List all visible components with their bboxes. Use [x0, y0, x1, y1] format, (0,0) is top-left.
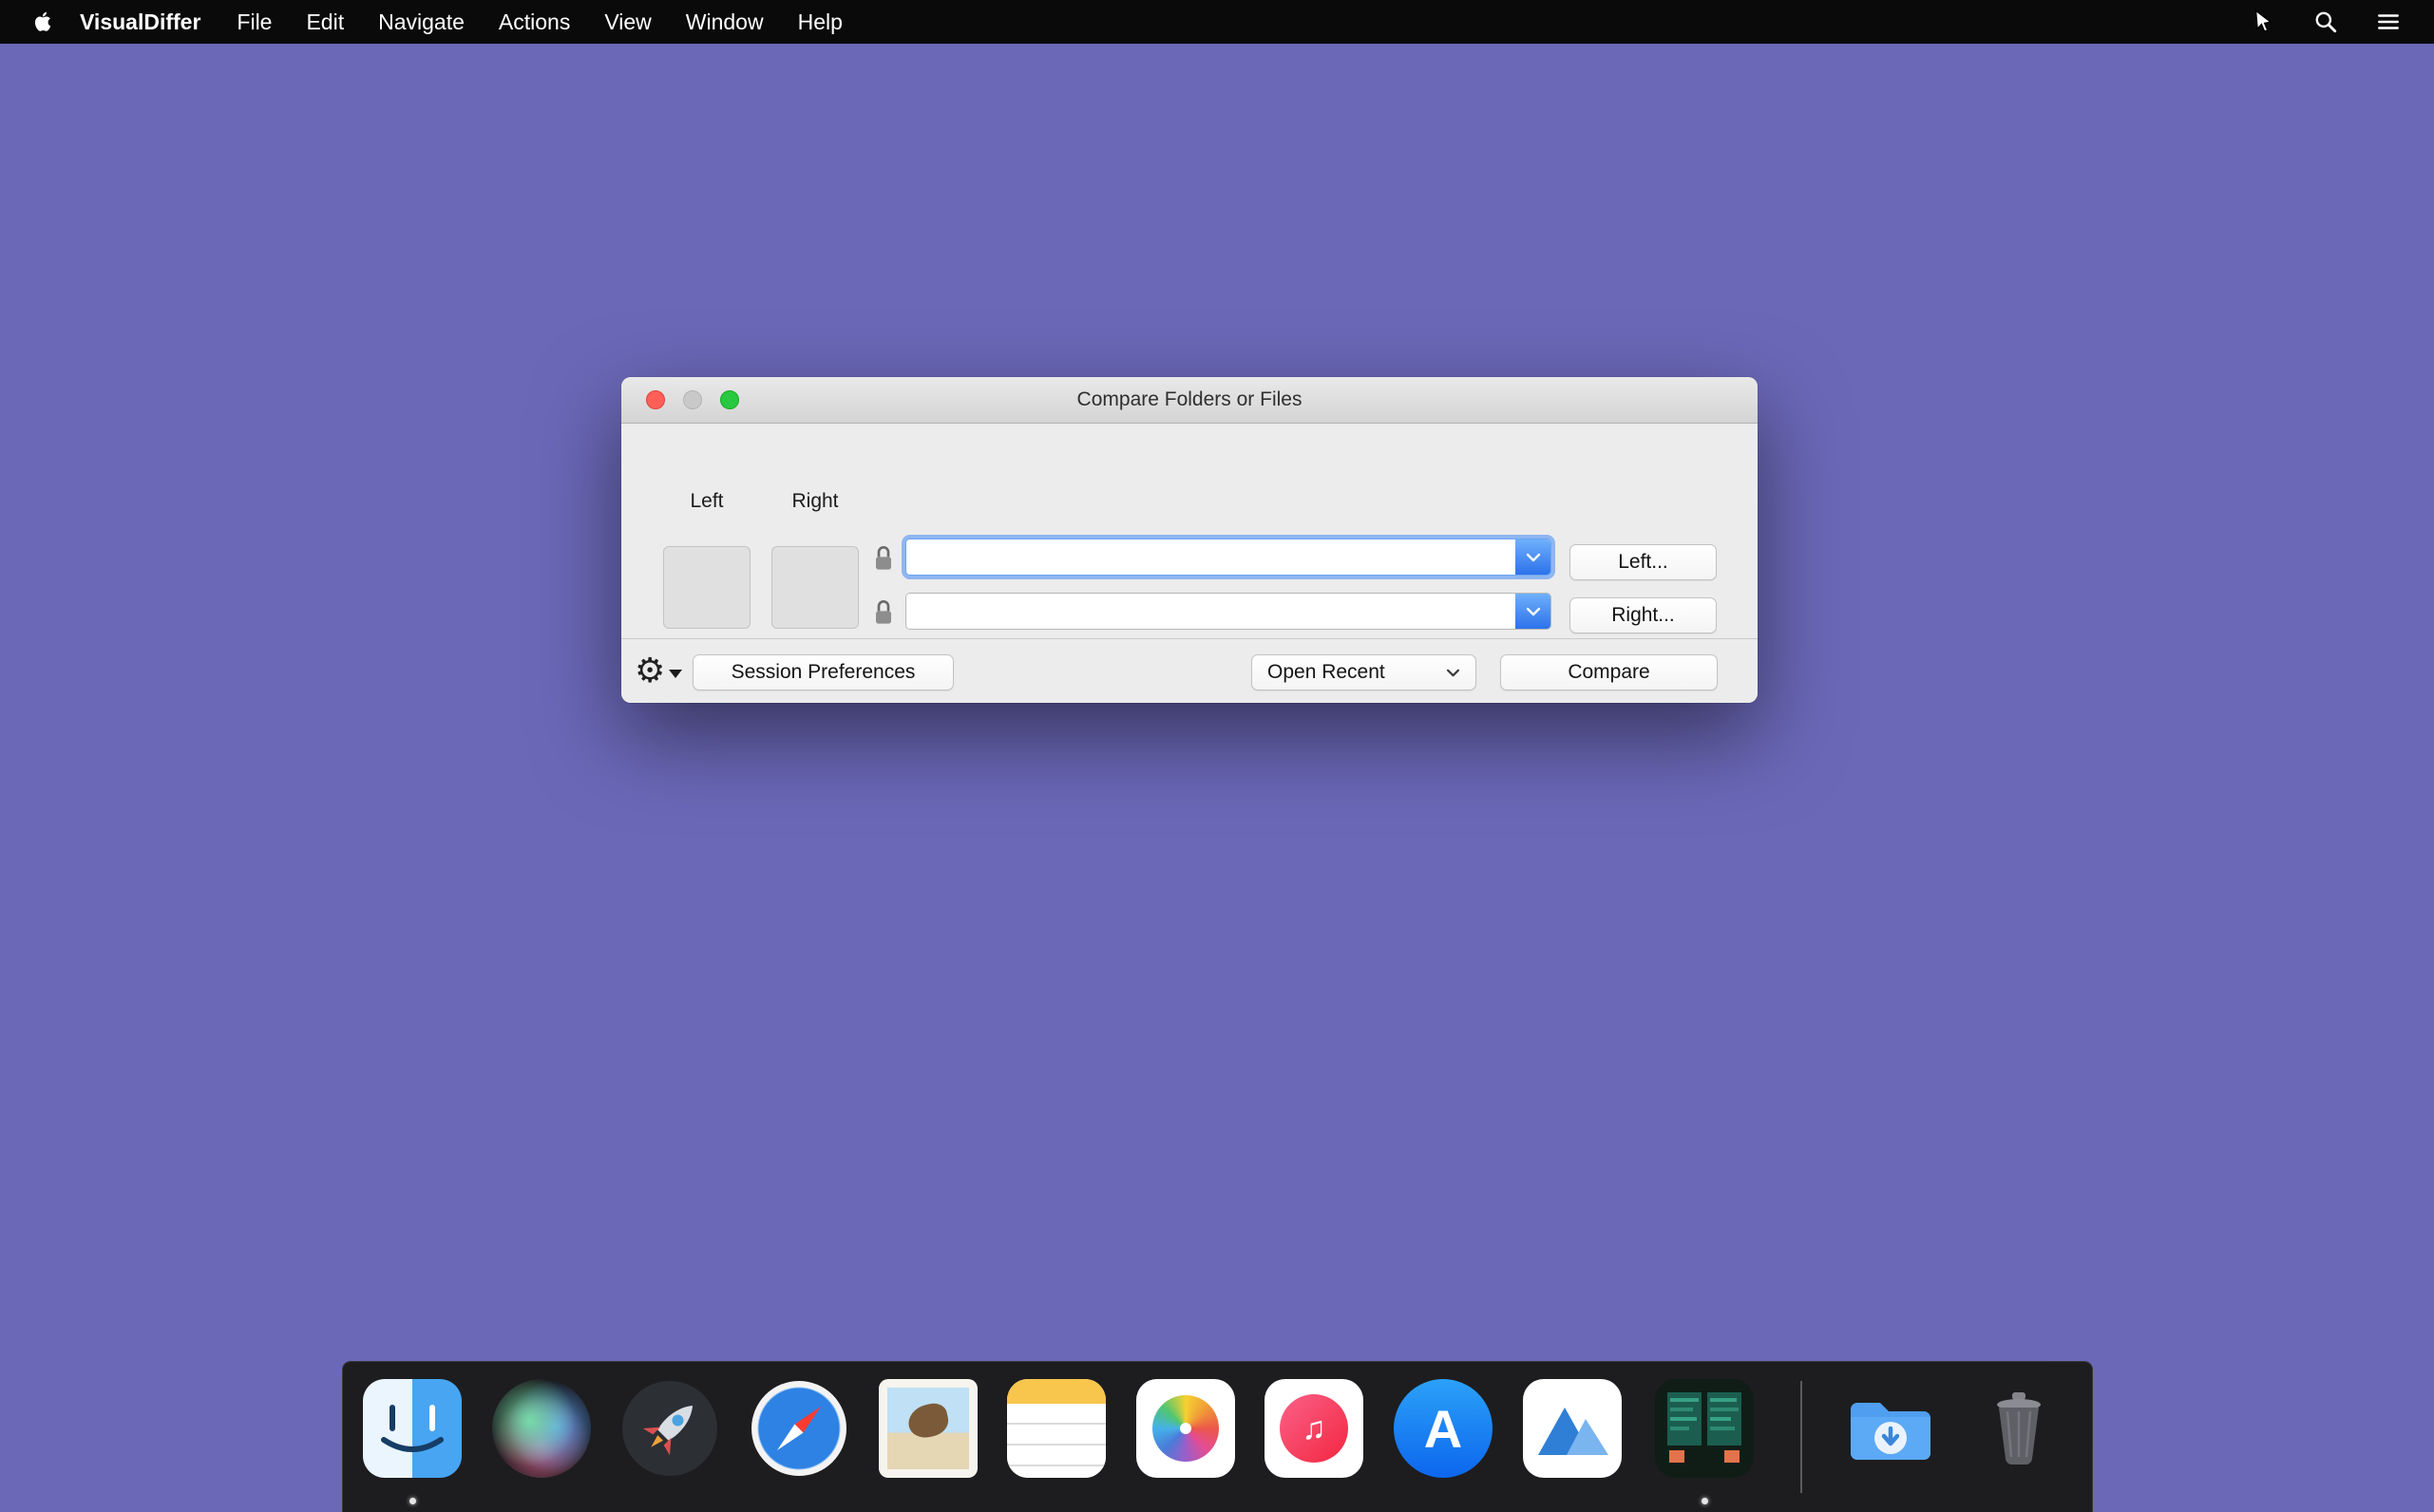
left-path-dropdown-button[interactable] — [1515, 539, 1550, 575]
menu-window[interactable]: Window — [686, 9, 764, 35]
dock-item-finder[interactable] — [363, 1379, 462, 1478]
zoom-button[interactable] — [720, 390, 739, 409]
menu-view[interactable]: View — [604, 9, 651, 35]
dock-separator — [1800, 1381, 1802, 1493]
siri-icon — [492, 1379, 591, 1478]
desktop: VisualDiffer File Edit Navigate Actions … — [0, 0, 2434, 1512]
choose-right-button[interactable]: Right... — [1569, 597, 1717, 633]
menu-navigate[interactable]: Navigate — [378, 9, 465, 35]
right-path-input[interactable] — [906, 594, 1515, 629]
window-content: Left Right Left... Right... — [621, 424, 1758, 638]
traffic-lights — [646, 390, 739, 409]
notes-icon — [1007, 1379, 1106, 1478]
menu-bar: VisualDiffer File Edit Navigate Actions … — [0, 0, 2434, 44]
menu-file[interactable]: File — [237, 9, 272, 35]
trash-icon — [1997, 1392, 2041, 1465]
active-app-name[interactable]: VisualDiffer — [80, 9, 200, 35]
apple-icon — [34, 11, 51, 31]
chevron-down-icon — [1526, 553, 1540, 561]
menu-bar-status-area — [2250, 9, 2402, 35]
mountain-app-icon — [1523, 1379, 1622, 1478]
open-recent-dropdown[interactable]: Open Recent — [1251, 654, 1476, 690]
dock-item-visualdiffer[interactable] — [1655, 1379, 1754, 1478]
finder-running-indicator — [409, 1498, 416, 1504]
dock-item-trash[interactable] — [1969, 1379, 2068, 1478]
compare-button[interactable]: Compare — [1500, 654, 1718, 690]
launchpad-icon — [622, 1381, 717, 1476]
dock-item-notes[interactable] — [1007, 1379, 1106, 1478]
finder-icon — [363, 1379, 462, 1478]
right-path-dropdown-button[interactable] — [1515, 594, 1550, 629]
window-titlebar[interactable]: Compare Folders or Files — [621, 377, 1758, 424]
choose-left-button[interactable]: Left... — [1569, 544, 1717, 580]
session-preferences-button[interactable]: Session Preferences — [693, 654, 954, 690]
right-column-label: Right — [791, 490, 839, 512]
dock: ♫ A — [342, 1361, 2093, 1512]
left-column-label: Left — [690, 490, 724, 512]
dock-item-safari[interactable] — [750, 1379, 848, 1478]
downloads-folder-icon — [1851, 1403, 1930, 1460]
app-store-icon: A — [1394, 1379, 1493, 1478]
dock-item-launchpad[interactable] — [620, 1379, 719, 1478]
dock-item-mountain-app[interactable] — [1523, 1379, 1622, 1478]
left-path-combobox — [905, 539, 1551, 576]
window-bottom-bar: ⚙ Session Preferences Open Recent Compar… — [621, 638, 1758, 703]
gear-icon: ⚙ — [635, 651, 666, 690]
gear-menu-button[interactable]: ⚙ — [635, 651, 683, 690]
music-icon: ♫ — [1265, 1379, 1363, 1478]
chevron-down-icon — [669, 669, 683, 678]
spotlight-search-icon[interactable] — [2312, 9, 2339, 35]
left-lock-icon[interactable] — [872, 544, 895, 573]
menu-edit[interactable]: Edit — [306, 9, 344, 35]
dock-item-app-store[interactable]: A — [1394, 1379, 1493, 1478]
left-folder-well[interactable] — [663, 546, 751, 629]
minimize-button[interactable] — [683, 390, 702, 409]
close-button[interactable] — [646, 390, 665, 409]
notification-center-icon[interactable] — [2375, 9, 2402, 35]
open-recent-label: Open Recent — [1267, 661, 1385, 683]
right-path-combobox — [905, 593, 1551, 630]
apple-menu[interactable] — [32, 9, 55, 35]
window-title: Compare Folders or Files — [1076, 388, 1303, 410]
visualdiffer-icon — [1655, 1379, 1754, 1478]
dock-item-mail[interactable] — [879, 1379, 978, 1478]
left-path-input[interactable] — [906, 539, 1515, 575]
right-lock-icon[interactable] — [872, 598, 895, 627]
chevron-down-icon — [1526, 607, 1540, 615]
dock-item-siri[interactable] — [492, 1379, 591, 1478]
photos-icon — [1136, 1379, 1235, 1478]
visualdiffer-running-indicator — [1702, 1498, 1708, 1504]
dock-item-photos[interactable] — [1136, 1379, 1235, 1478]
chevron-down-icon — [1447, 669, 1459, 676]
dock-item-downloads[interactable] — [1841, 1379, 1940, 1478]
menu-help[interactable]: Help — [798, 9, 843, 35]
dock-item-music[interactable]: ♫ — [1265, 1379, 1363, 1478]
pointer-cursor-icon — [2250, 9, 2276, 35]
mail-icon — [879, 1379, 978, 1478]
right-folder-well[interactable] — [771, 546, 859, 629]
compare-window: Compare Folders or Files Left Right Left… — [621, 377, 1758, 703]
menu-actions[interactable]: Actions — [499, 9, 570, 35]
safari-icon — [751, 1381, 846, 1476]
